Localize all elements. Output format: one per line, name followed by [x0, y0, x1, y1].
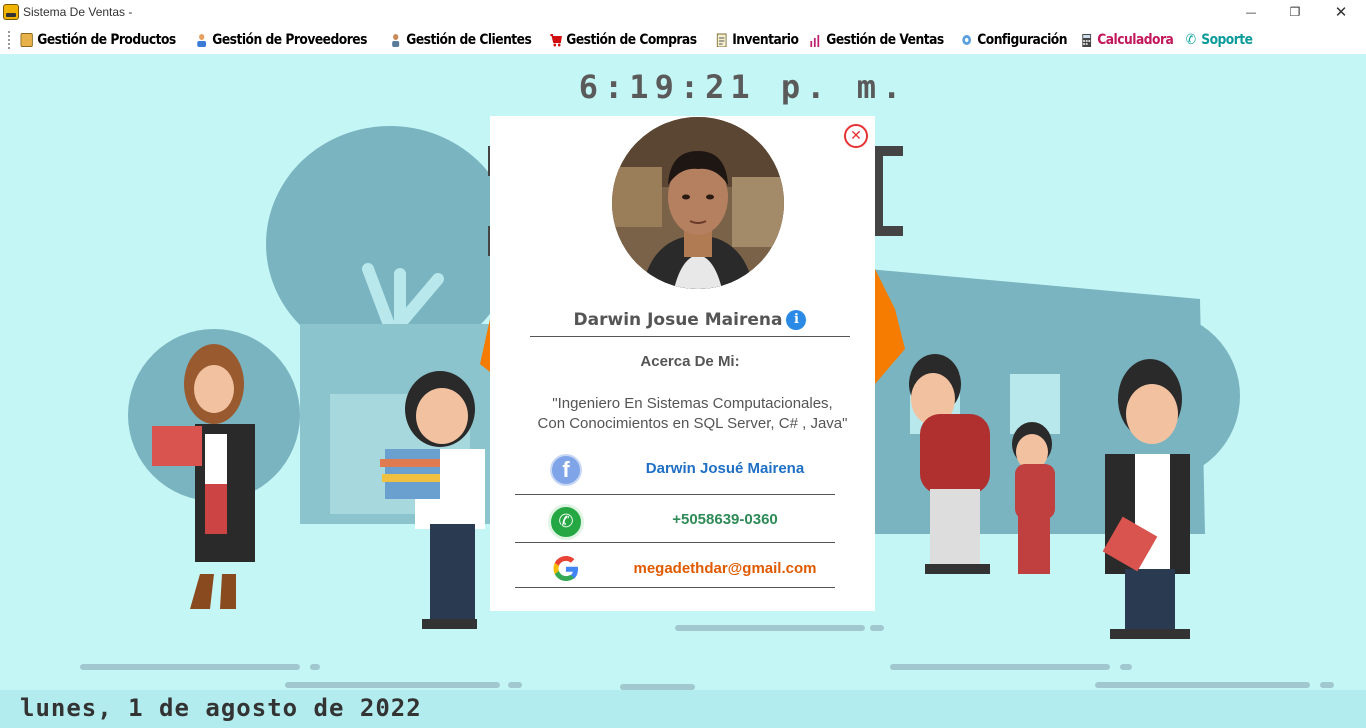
window-title: Sistema De Ventas -	[23, 5, 133, 19]
divider	[530, 336, 850, 337]
menu-item-ventas[interactable]: Gestión de Ventas	[806, 26, 952, 54]
menu-item-compras[interactable]: Gestión de Compras	[546, 26, 704, 54]
box-icon	[20, 33, 33, 47]
facebook-link[interactable]: Darwin Josué Mairena	[600, 460, 850, 477]
about-text: "Ingeniero En Sistemas Computacionales, …	[510, 394, 875, 434]
menu-item-label: Gestión de Productos	[37, 32, 176, 48]
about-line: Con Conocimientos en SQL Server, C# , Ja…	[537, 415, 848, 432]
facebook-glyph: f	[562, 457, 570, 482]
menu-grip[interactable]	[8, 31, 11, 49]
menu-item-label: Configuración	[977, 32, 1067, 48]
google-logo	[553, 556, 578, 581]
menu-item-configuracion[interactable]: Configuración	[957, 26, 1075, 54]
close-icon: ✕	[1334, 3, 1348, 21]
calculator-icon	[1080, 33, 1092, 47]
app-window: Sistema De Ventas - — ❐ ✕ Gestión de Pro…	[0, 0, 1366, 728]
status-bar: lunes, 1 de agosto de 2022	[0, 690, 1366, 728]
info-icon[interactable]: i	[786, 310, 807, 330]
menu-item-inventario[interactable]: Inventario	[712, 26, 806, 54]
menu-item-productos[interactable]: Gestión de Productos	[17, 26, 184, 54]
divider	[515, 587, 835, 588]
gear-icon	[961, 33, 973, 47]
menu-bar: Gestión de Productos Gestión de Proveedo…	[0, 26, 1366, 54]
menu-item-label: Inventario	[732, 32, 800, 48]
whatsapp-icon[interactable]: ✆	[548, 504, 584, 540]
profile-name: Darwin Josue Mairena	[573, 310, 783, 330]
close-card-button[interactable]: ✕	[844, 124, 868, 148]
menu-item-label: Gestión de Ventas	[825, 32, 944, 48]
divider	[515, 494, 835, 495]
client-icon	[390, 33, 402, 47]
supplier-icon	[196, 33, 208, 47]
menu-item-label: Calculadora	[1097, 32, 1174, 48]
email-link[interactable]: megadethdar@gmail.com	[600, 560, 850, 577]
menu-item-soporte[interactable]: ✆ Soporte	[1181, 26, 1260, 54]
title-bar: Sistema De Ventas - — ❐ ✕	[0, 0, 1366, 24]
divider	[515, 542, 835, 543]
menu-item-proveedores[interactable]: Gestión de Proveedores	[192, 26, 375, 54]
cart-icon	[550, 33, 563, 47]
menu-item-label: Gestión de Clientes	[406, 32, 532, 48]
menu-item-label: Soporte	[1201, 32, 1254, 48]
menu-item-calculadora[interactable]: Calculadora	[1077, 26, 1181, 54]
app-cash-register-icon	[3, 4, 19, 20]
menu-item-label: Gestión de Proveedores	[212, 32, 368, 48]
profile-name-row: Darwin Josue Mairena i	[530, 310, 850, 330]
about-title: Acerca De Mi:	[640, 353, 740, 370]
clipboard-icon	[716, 33, 728, 48]
minimize-button[interactable]: —	[1228, 0, 1274, 24]
whatsapp-glyph: ✆	[558, 511, 574, 532]
date-display: lunes, 1 de agosto de 2022	[20, 694, 422, 722]
minimize-icon: —	[1245, 5, 1257, 19]
clock-display: 6:19:21 p. m.	[578, 68, 908, 106]
facebook-icon[interactable]: f	[550, 454, 582, 486]
google-icon[interactable]	[550, 553, 582, 585]
menu-item-label: Gestión de Compras	[566, 32, 697, 48]
phone-icon: ✆	[1186, 32, 1196, 48]
profile-card: ✕ Darwin Josue Mairena i Acerca De Mi: "…	[490, 116, 875, 611]
close-window-button[interactable]: ✕	[1318, 0, 1364, 24]
whatsapp-number[interactable]: +5058639-0360	[600, 511, 850, 528]
menu-item-clientes[interactable]: Gestión de Clientes	[386, 26, 539, 54]
sales-chart-icon	[809, 33, 821, 47]
about-line: "Ingeniero En Sistemas Computacionales,	[552, 395, 833, 412]
restore-icon: ❐	[1289, 5, 1301, 19]
profile-photo	[612, 117, 784, 289]
close-icon: ✕	[850, 128, 862, 144]
profile-avatar	[612, 117, 784, 289]
restore-button[interactable]: ❐	[1272, 0, 1318, 24]
